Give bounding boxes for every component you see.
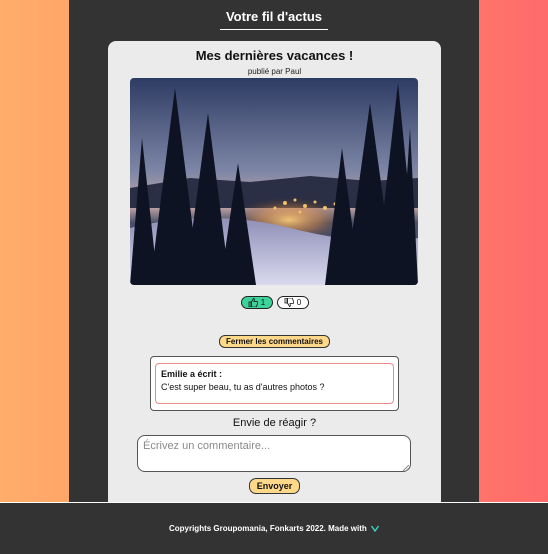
close-comments-button[interactable]: Fermer les commentaires	[219, 335, 330, 348]
comment-input[interactable]	[137, 435, 411, 472]
post-card: Mes dernières vacances ! publié par Paul	[108, 41, 441, 511]
comment-text: C'est super beau, tu as d'autres photos …	[161, 382, 325, 392]
like-count: 1	[260, 298, 266, 307]
reply-prompt: Envie de réagir ?	[232, 417, 317, 429]
like-button[interactable]: 1	[240, 296, 273, 309]
feed-column: Votre fil d'actus Mes dernières vacances…	[69, 0, 479, 511]
footer-copyright: Copyrights Groupomania, Fonkarts 2022. M…	[168, 524, 367, 533]
heart-icon	[371, 525, 380, 533]
resize-grip-icon[interactable]	[403, 465, 409, 471]
post-image	[130, 78, 418, 285]
reaction-bar: 1 0	[108, 296, 441, 309]
feed-title: Votre fil d'actus	[225, 9, 323, 24]
comment-author: Emilie a écrit :	[161, 369, 223, 379]
thumbs-up-icon	[248, 298, 258, 307]
post-author: publié par Paul	[247, 67, 302, 76]
dislike-button[interactable]: 0	[276, 296, 309, 309]
comment-item: Emilie a écrit : C'est super beau, tu as…	[150, 356, 399, 411]
post-title: Mes dernières vacances !	[195, 48, 354, 63]
send-button[interactable]: Envoyer	[249, 478, 300, 494]
feed-title-underline	[220, 29, 328, 30]
thumbs-down-icon	[284, 298, 294, 307]
dislike-count: 0	[296, 298, 302, 307]
comment-content: Emilie a écrit : C'est super beau, tu as…	[155, 363, 394, 404]
footer-text-row: Copyrights Groupomania, Fonkarts 2022. M…	[0, 524, 548, 533]
footer: Copyrights Groupomania, Fonkarts 2022. M…	[0, 502, 548, 554]
